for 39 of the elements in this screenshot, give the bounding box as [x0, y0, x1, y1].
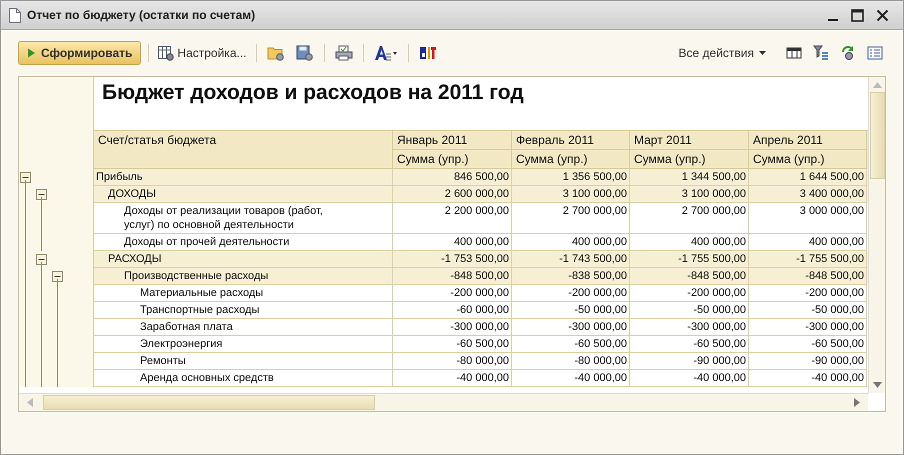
report-icon[interactable]	[418, 45, 436, 61]
filter-list-icon[interactable]	[813, 45, 829, 61]
scroll-thumb[interactable]	[43, 395, 375, 410]
scroll-thumb[interactable]	[870, 92, 884, 179]
row-label: Аренда основных средств	[94, 370, 393, 387]
collapse-icon[interactable]	[36, 189, 47, 200]
document-icon	[9, 8, 21, 22]
table-cell: -40 000,00	[512, 370, 630, 387]
settings-button[interactable]: Настройка...	[156, 42, 248, 64]
list-icon[interactable]	[867, 46, 883, 60]
scroll-down-icon[interactable]	[872, 382, 882, 388]
table-cell: -40 000,00	[630, 370, 749, 387]
close-icon[interactable]	[876, 8, 889, 22]
window-title: Отчет по бюджету (остатки по счетам)	[27, 8, 256, 22]
collapse-icon[interactable]	[52, 271, 63, 282]
table-icon[interactable]	[786, 46, 802, 60]
collapse-icon[interactable]	[36, 254, 47, 265]
printer-icon[interactable]	[334, 45, 352, 61]
column-header: Март 2011	[630, 131, 749, 150]
report-title: Бюджет доходов и расходов на 2011 год	[101, 80, 525, 106]
horizontal-scrollbar[interactable]	[19, 393, 868, 411]
all-actions-menu[interactable]: Все действия	[676, 42, 768, 64]
refresh-icon[interactable]	[840, 45, 856, 61]
font-dropdown-icon[interactable]	[374, 45, 398, 61]
table-cell: -40 000,00	[749, 370, 867, 387]
table-gear-icon	[158, 46, 174, 60]
disk-gear-icon[interactable]	[296, 45, 314, 61]
table-cell: -40 000,00	[393, 370, 512, 387]
scroll-right-icon[interactable]	[854, 398, 860, 407]
column-header: Апрель 2011	[749, 131, 867, 150]
vertical-scrollbar[interactable]	[868, 77, 885, 393]
folder-gear-icon[interactable]	[266, 45, 284, 61]
column-header: Февраль 2011	[512, 131, 630, 150]
play-icon	[27, 48, 36, 58]
maximize-icon[interactable]	[851, 8, 864, 22]
collapse-icon[interactable]	[20, 172, 31, 183]
caret-icon	[759, 51, 766, 55]
column-header: Январь 2011	[393, 131, 512, 150]
generate-button[interactable]: Сформировать	[18, 41, 142, 65]
